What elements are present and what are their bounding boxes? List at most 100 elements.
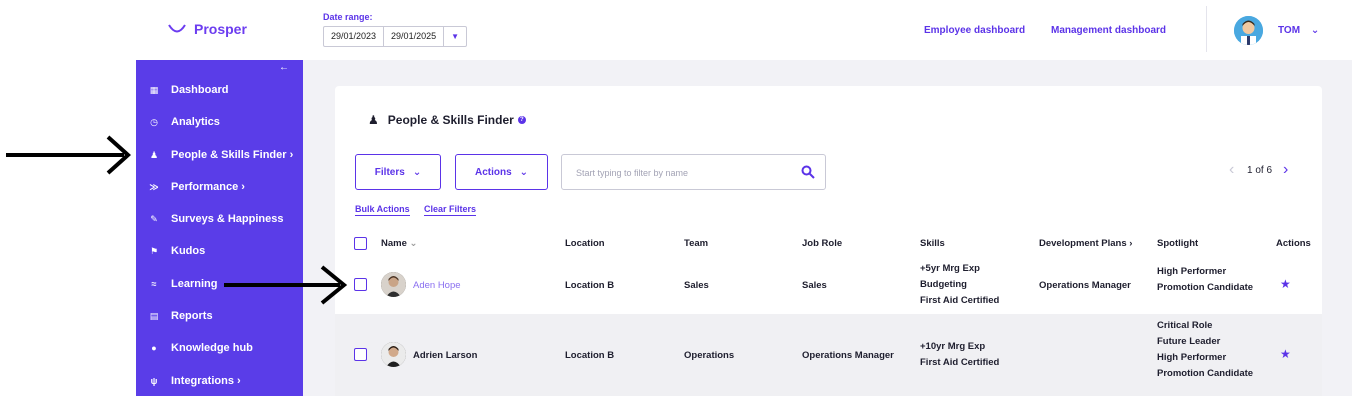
actions-button[interactable]: Actions ⌄ [455, 154, 548, 190]
user-avatar-icon [1234, 16, 1263, 45]
user-avatar[interactable] [1234, 16, 1263, 45]
skill-tag: First Aid Certified [920, 295, 1000, 306]
skill-tag: +5yr Mrg Exp [920, 263, 980, 274]
dashboard-icon: ▦ [149, 84, 159, 95]
person-photo-icon [381, 272, 406, 297]
sidebar-item-label: Integrations › [171, 375, 241, 387]
performance-icon: ≫ [149, 181, 159, 192]
filters-button[interactable]: Filters ⌄ [355, 154, 441, 190]
search-icon[interactable] [801, 165, 815, 179]
user-name: TOM [1278, 25, 1301, 36]
cell-team: Sales [684, 280, 709, 291]
employee-name[interactable]: Adrien Larson [413, 350, 477, 361]
actions-label: Actions [474, 166, 512, 178]
sidebar-item-label: Dashboard [171, 84, 229, 96]
spotlight-tag: Future Leader [1157, 336, 1221, 347]
cell-location: Location B [565, 350, 615, 361]
chevron-down-icon: ⌄ [1310, 25, 1320, 36]
user-menu[interactable]: TOM ⌄ [1278, 25, 1319, 36]
caret-down-icon: ▼ [451, 32, 460, 41]
sidebar-item-integrations[interactable]: ψ Integrations › [136, 371, 303, 391]
cell-team: Operations [684, 350, 735, 361]
star-icon[interactable]: ★ [1280, 347, 1291, 361]
spotlight-tag: High Performer [1157, 266, 1227, 277]
date-end[interactable]: 29/01/2025 [384, 27, 445, 46]
skill-tag: First Aid Certified [920, 357, 1000, 368]
page-title: ♟ People & Skills Finder ? [368, 113, 526, 127]
sidebar-item-label: Reports [171, 310, 213, 322]
megaphone-icon: ⚑ [149, 245, 159, 256]
select-all-checkbox[interactable] [354, 237, 367, 250]
cell-spotlight: High Performer Promotion Candidate [1157, 264, 1253, 296]
sidebar-item-label: Analytics [171, 116, 220, 128]
knowledge-icon: ● [151, 343, 157, 353]
management-dashboard-link[interactable]: Management dashboard [1051, 25, 1166, 36]
employee-dashboard-link[interactable]: Employee dashboard [924, 25, 1025, 36]
column-header-skills: Skills [920, 238, 945, 249]
top-header: Prosper Date range: 29/01/2023 29/01/202… [0, 0, 1352, 60]
collapse-sidebar-icon[interactable]: ← [279, 62, 289, 73]
sidebar-item-label: Performance › [171, 181, 245, 193]
spotlight-tag: Critical Role [1157, 320, 1213, 331]
chevron-down-icon: ⌄ [519, 166, 529, 178]
clear-filters-link[interactable]: Clear Filters [424, 204, 477, 216]
sidebar-item-reports[interactable]: ▤ Reports [136, 306, 303, 326]
survey-icon: ✎ [150, 213, 158, 224]
next-page-icon[interactable]: › [1283, 161, 1288, 179]
date-start[interactable]: 29/01/2023 [324, 27, 385, 46]
row-checkbox[interactable] [354, 348, 367, 361]
spotlight-tag: High Performer [1157, 352, 1227, 363]
column-header-name[interactable]: Name ⌄ [381, 238, 417, 249]
sidebar-item-label: Surveys & Happiness [171, 213, 284, 225]
person-photo-icon [381, 342, 406, 367]
row-checkbox[interactable] [354, 278, 367, 291]
search-input[interactable]: Start typing to filter by name [561, 154, 826, 190]
column-header-spotlight: Spotlight [1157, 238, 1199, 249]
sort-chevron-icon: ⌄ [409, 238, 418, 249]
spotlight-tag: Promotion Candidate [1157, 368, 1254, 379]
sidebar-item-analytics[interactable]: ◷ Analytics [136, 112, 303, 132]
person-icon: ♟ [368, 113, 379, 127]
date-range-picker: Date range: 29/01/2023 29/01/2025 ▼ [323, 12, 468, 47]
column-header-development-plans[interactable]: Development Plans › [1039, 238, 1132, 249]
sidebar-item-label: Kudos [171, 245, 206, 257]
sidebar-item-performance[interactable]: ≫ Performance › [136, 177, 303, 197]
annotation-arrow-icon [6, 135, 131, 175]
star-icon[interactable]: ★ [1280, 277, 1291, 291]
sidebar-item-kudos[interactable]: ⚑ Kudos [136, 241, 303, 261]
sidebar: ← ▦ Dashboard ◷ Analytics ♟ People & Ski… [136, 60, 303, 396]
cell-skills: +10yr Mrg Exp First Aid Certified [920, 339, 999, 371]
sidebar-item-label: People & Skills Finder › [171, 149, 294, 161]
column-header-job-role: Job Role [802, 238, 843, 249]
cell-job-role: Sales [802, 280, 827, 291]
column-header-location: Location [565, 238, 605, 249]
smile-logo-icon [168, 24, 186, 33]
column-header-team: Team [684, 238, 709, 249]
analytics-icon: ◷ [150, 116, 158, 127]
bulk-actions-link[interactable]: Bulk Actions [355, 204, 410, 216]
sidebar-item-surveys[interactable]: ✎ Surveys & Happiness [136, 209, 303, 229]
sidebar-item-people-skills-finder[interactable]: ♟ People & Skills Finder › [136, 145, 303, 165]
cell-skills: +5yr Mrg Exp Budgeting First Aid Certifi… [920, 261, 999, 309]
employee-name-link[interactable]: Aden Hope [413, 280, 461, 291]
learning-icon: ≈ [151, 279, 157, 289]
page-title-text: People & Skills Finder [387, 113, 514, 127]
prev-page-icon[interactable]: ‹ [1229, 161, 1234, 179]
person-icon: ♟ [149, 149, 159, 160]
column-header-actions: Actions [1276, 238, 1311, 249]
column-header-name-label: Name [381, 238, 407, 249]
sidebar-item-dashboard[interactable]: ▦ Dashboard [136, 80, 303, 100]
sidebar-item-label: Knowledge hub [171, 342, 253, 354]
sidebar-item-knowledge-hub[interactable]: ● Knowledge hub [136, 338, 303, 358]
chevron-down-icon: ⌄ [412, 166, 422, 178]
plug-icon: ψ [150, 376, 158, 386]
cell-spotlight: Critical Role Future Leader High Perform… [1157, 318, 1253, 382]
pagination-label: 1 of 6 [1247, 165, 1273, 176]
date-dropdown-button[interactable]: ▼ [444, 27, 466, 46]
skill-tag: +10yr Mrg Exp [920, 341, 986, 352]
brand-name: Prosper [194, 21, 247, 37]
brand-logo[interactable]: Prosper [168, 21, 247, 37]
date-range-box[interactable]: 29/01/2023 29/01/2025 ▼ [323, 26, 468, 47]
help-icon[interactable]: ? [517, 116, 526, 124]
cell-development-plan: Operations Manager [1039, 280, 1131, 291]
